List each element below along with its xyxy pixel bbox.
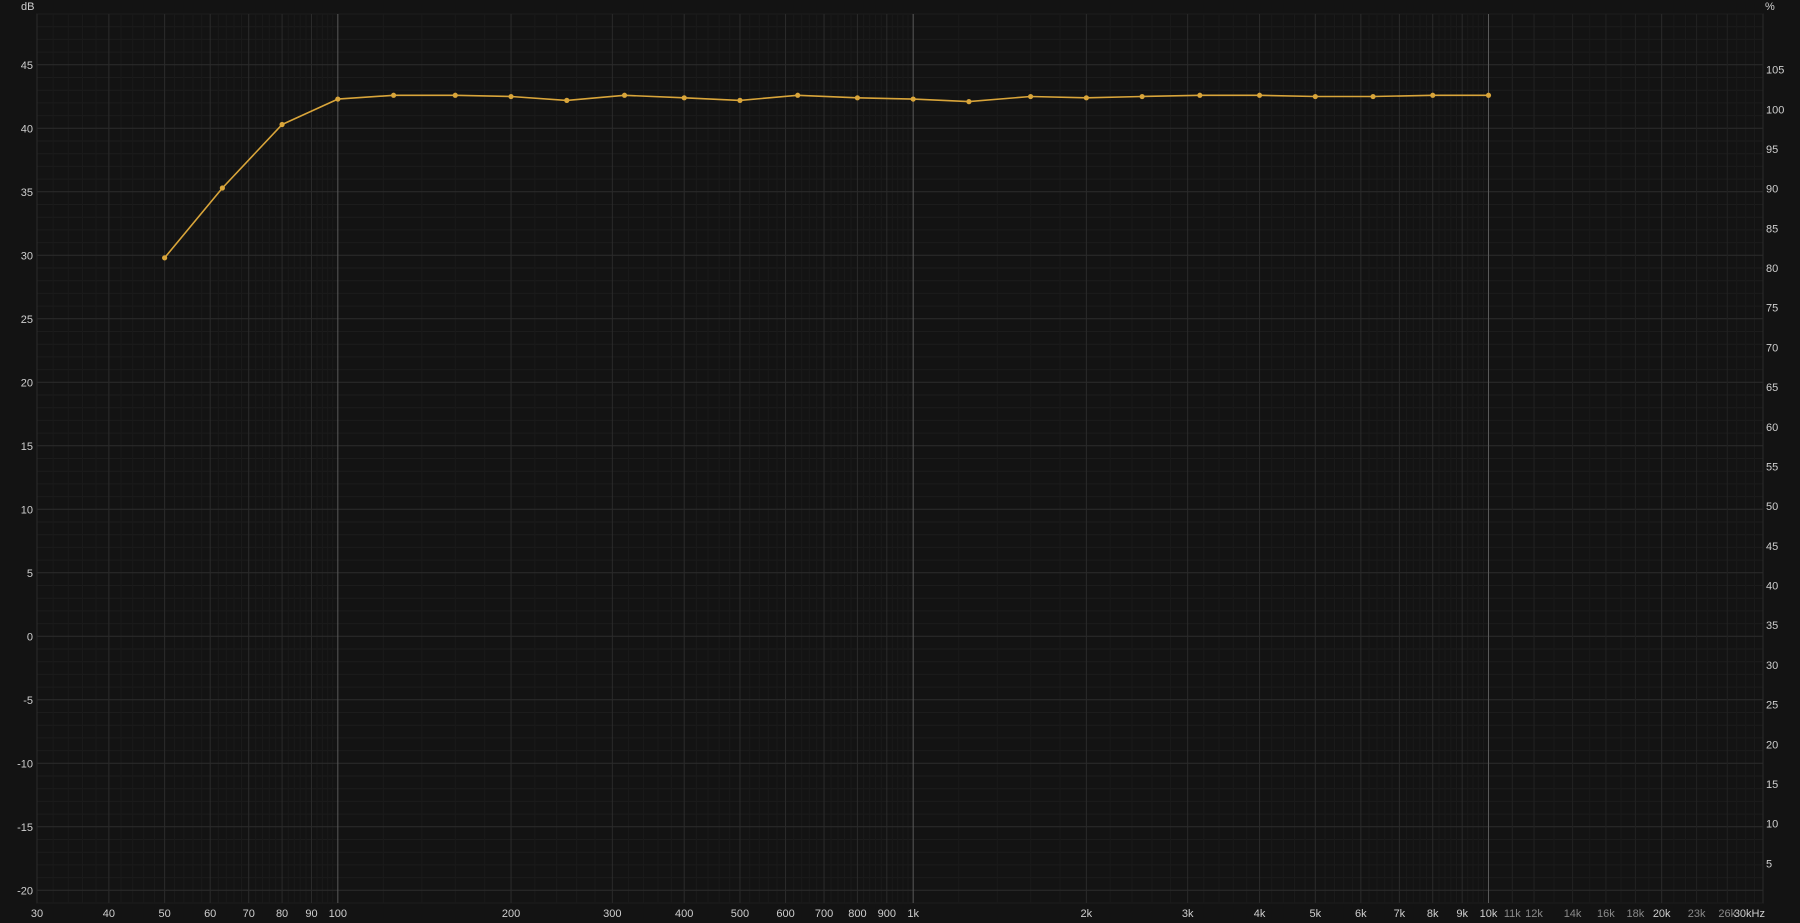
x-tick-label: 8k — [1427, 908, 1439, 920]
x-tick-label: 1k — [907, 908, 919, 920]
y2-tick-label: 50 — [1766, 501, 1778, 513]
y2-tick-label: 15 — [1766, 779, 1778, 791]
x-tick-label: 5k — [1309, 908, 1321, 920]
x-tick-label: 20k — [1653, 908, 1671, 920]
x-tick-label: 100 — [329, 908, 347, 920]
y2-axis-unit-label: % — [1765, 1, 1775, 13]
x-tick-label: 30kHz — [1734, 908, 1765, 920]
data-point — [795, 92, 801, 98]
y-tick-label: 40 — [21, 123, 33, 135]
y2-tick-label: 75 — [1766, 303, 1778, 315]
y-tick-label: 30 — [21, 250, 33, 262]
y2-tick-label: 65 — [1766, 382, 1778, 394]
data-point — [219, 185, 225, 191]
data-point — [1312, 93, 1318, 100]
data-point — [681, 95, 687, 101]
data-point — [737, 97, 743, 103]
y-axis-unit-label: dB — [21, 1, 34, 13]
x-tick-label: 800 — [848, 908, 866, 920]
data-point — [1370, 93, 1376, 100]
chart-svg: dB % 454035302520151050-5-10-15-20105100… — [0, 0, 1800, 923]
data-point — [162, 255, 168, 261]
y2-tick-label: 40 — [1766, 581, 1778, 593]
y-tick-label: -15 — [17, 822, 33, 834]
x-tick-label: 6k — [1355, 908, 1367, 920]
y2-tick-label: 70 — [1766, 342, 1778, 354]
x-tick-label: 40 — [103, 908, 115, 920]
y-tick-label: 20 — [21, 377, 33, 389]
y2-tick-label: 35 — [1766, 620, 1778, 632]
data-point — [1139, 93, 1145, 100]
y-tick-label: 5 — [27, 568, 33, 580]
y2-tick-label: 30 — [1766, 660, 1778, 672]
data-point — [910, 96, 916, 102]
y-tick-label: 15 — [21, 441, 33, 453]
y-tick-label: -20 — [17, 885, 33, 897]
data-point — [452, 92, 458, 98]
x-tick-label: 500 — [731, 908, 749, 920]
y2-tick-label: 5 — [1766, 858, 1772, 870]
y2-tick-label: 60 — [1766, 422, 1778, 434]
data-point — [1197, 92, 1203, 98]
x-tick-label: 30 — [31, 908, 43, 920]
data-point — [1430, 92, 1436, 98]
x-tick-label: 2k — [1081, 908, 1093, 920]
x-tick-label: 300 — [603, 908, 621, 920]
y2-tick-label: 100 — [1766, 104, 1784, 116]
x-tick-label: 60 — [204, 908, 216, 920]
x-tick-label: 12k — [1525, 908, 1543, 920]
x-tick-label: 700 — [815, 908, 833, 920]
y-tick-label: -10 — [17, 758, 33, 770]
x-tick-label: 400 — [675, 908, 693, 920]
x-tick-label: 50 — [159, 908, 171, 920]
data-point — [1485, 92, 1492, 98]
y-tick-label: 35 — [21, 187, 33, 199]
data-point — [564, 97, 570, 103]
data-point — [508, 93, 514, 100]
x-tick-label: 11k — [1504, 908, 1521, 920]
data-point — [1256, 92, 1263, 98]
y2-tick-label: 105 — [1766, 65, 1784, 77]
x-tick-label: 90 — [305, 908, 317, 920]
x-tick-label: 9k — [1456, 908, 1468, 920]
data-point — [621, 92, 628, 98]
frequency-response-chart: dB % 45 40 35 30 25 20 15 10 5 0 -5 -10 -15 -20 105 100… — [0, 0, 1800, 923]
y2-tick-label: 20 — [1766, 739, 1778, 751]
x-tick-label: 10k — [1480, 908, 1498, 920]
data-point — [1028, 93, 1034, 100]
y-tick-label: 0 — [27, 631, 33, 643]
y2-tick-label: 55 — [1766, 461, 1778, 473]
data-point — [279, 121, 285, 128]
data-point — [854, 95, 861, 101]
y-tick-label: 25 — [21, 314, 33, 326]
x-tick-label: 18k — [1626, 908, 1644, 920]
y2-tick-label: 10 — [1766, 819, 1778, 831]
x-tick-label: 80 — [276, 908, 288, 920]
y-tick-label: -5 — [23, 695, 33, 707]
x-tick-label: 600 — [776, 908, 794, 920]
x-tick-label: 16k — [1597, 908, 1615, 920]
y2-tick-label: 95 — [1766, 144, 1778, 156]
y2-tick-label: 90 — [1766, 184, 1778, 196]
y2-tick-label: 45 — [1766, 541, 1778, 553]
y2-tick-label: 25 — [1766, 700, 1778, 712]
data-point — [1083, 95, 1089, 101]
data-point — [966, 99, 972, 105]
x-tick-label: 70 — [243, 908, 255, 920]
x-tick-label: 200 — [502, 908, 520, 920]
y-tick-label: 10 — [21, 504, 33, 516]
y2-tick-label: 80 — [1766, 263, 1778, 275]
x-tick-label: 900 — [878, 908, 896, 920]
y-tick-label: 45 — [21, 60, 33, 72]
x-tick-label: 23k — [1688, 908, 1706, 920]
data-point — [390, 92, 397, 98]
x-tick-label: 3k — [1182, 908, 1194, 920]
data-point — [335, 96, 341, 102]
x-tick-label: 4k — [1254, 908, 1266, 920]
y2-tick-label: 85 — [1766, 223, 1778, 235]
x-tick-label: 14k — [1564, 908, 1582, 920]
x-tick-label: 7k — [1394, 908, 1406, 920]
